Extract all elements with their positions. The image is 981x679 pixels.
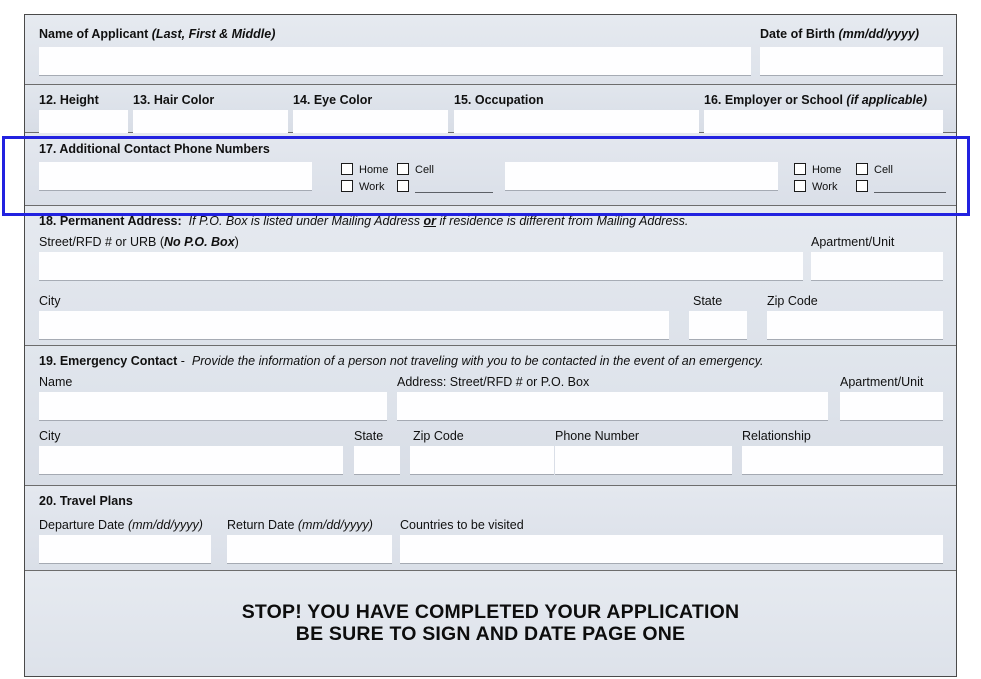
section-physical-description: 12. Height 13. Hair Color 14. Eye Color … [25,85,956,137]
stop-notice-line-2: BE SURE TO SIGN AND DATE PAGE ONE [295,623,686,645]
permanent-city-label: City [39,294,61,308]
checkbox-home-1[interactable] [341,163,353,175]
section-applicant-name: Name of Applicant (Last, First & Middle)… [25,15,956,85]
emergency-address-input[interactable] [397,392,828,420]
stop-notice-line-1: STOP! YOU HAVE COMPLETED YOUR APPLICATIO… [241,601,740,623]
applicant-name-input[interactable] [39,47,751,75]
phone-type-checkbox-group-1: Home Cell Work [341,162,493,196]
checkbox-row-home-cell-2: Home Cell [794,162,944,179]
permanent-city-input[interactable] [39,311,669,339]
section-19-emergency-contact: 19. Emergency Contact - Provide the info… [25,346,956,486]
emergency-apartment-input[interactable] [840,392,943,420]
permanent-apartment-input[interactable] [811,252,943,280]
checkbox-other-write-in-line-1[interactable] [415,192,493,193]
return-date-input[interactable] [227,535,392,563]
permanent-state-label: State [693,294,723,308]
checkbox-row-home-cell-1: Home Cell [341,162,491,179]
permanent-street-address-input[interactable] [39,252,803,280]
section-20-title: 20. Travel Plans [39,494,133,508]
countries-visited-input[interactable] [400,535,943,563]
checkbox-work-1[interactable] [341,180,353,192]
emergency-zip-label: Zip Code [413,429,464,443]
emergency-city-input[interactable] [39,446,343,474]
emergency-state-label: State [354,429,384,443]
permanent-zip-input[interactable] [767,311,943,339]
emergency-name-input[interactable] [39,392,387,420]
employer-or-school-label: 16. Employer or School (if applicable) [704,93,927,107]
date-of-birth-input[interactable] [760,47,943,75]
checkbox-other-1[interactable] [397,180,409,192]
emergency-zip-input[interactable] [410,446,554,474]
date-of-birth-label: Date of Birth (mm/dd/yyyy) [760,27,920,41]
emergency-name-label: Name [39,375,73,389]
checkbox-home-2[interactable] [794,163,806,175]
checkbox-cell-label-1: Cell [415,164,434,176]
checkbox-other-write-in-line-2[interactable] [874,192,946,193]
height-label: 12. Height [39,93,99,107]
emergency-state-input[interactable] [354,446,400,474]
departure-date-label: Departure Date (mm/dd/yyyy) [39,518,203,532]
checkbox-home-label-1: Home [359,164,389,176]
application-form-sheet: Name of Applicant (Last, First & Middle)… [24,14,957,677]
permanent-state-input[interactable] [689,311,747,339]
emergency-apartment-label: Apartment/Unit [840,375,924,389]
section-17-title: 17. Additional Contact Phone Numbers [39,142,270,156]
section-20-travel-plans: 20. Travel Plans Departure Date (mm/dd/y… [25,486,956,571]
return-date-label: Return Date (mm/dd/yyyy) [227,518,373,532]
street-address-label: Street/RFD # or URB (No P.O. Box) [39,235,239,249]
form-page: Name of Applicant (Last, First & Middle)… [0,0,981,679]
emergency-relationship-label: Relationship [742,429,811,443]
checkbox-work-2[interactable] [794,180,806,192]
checkbox-cell-label-2: Cell [874,164,893,176]
checkbox-cell-2[interactable] [856,163,868,175]
section-18-title: 18. Permanent Address: If P.O. Box is li… [39,214,689,228]
section-19-title: 19. Emergency Contact - Provide the info… [39,354,764,368]
additional-phone-input-1[interactable] [39,162,312,190]
occupation-label: 15. Occupation [454,93,544,107]
section-18-permanent-address: 18. Permanent Address: If P.O. Box is li… [25,206,956,346]
emergency-address-label: Address: Street/RFD # or P.O. Box [397,375,590,389]
checkbox-row-work-other-2: Work [794,179,946,196]
permanent-zip-label: Zip Code [767,294,818,308]
checkbox-work-label-1: Work [359,181,385,193]
emergency-city-label: City [39,429,61,443]
departure-date-input[interactable] [39,535,211,563]
section-17-additional-contact-phones: 17. Additional Contact Phone Numbers Hom… [25,133,956,206]
checkbox-other-2[interactable] [856,180,868,192]
countries-visited-label: Countries to be visited [400,518,524,532]
checkbox-row-work-other-1: Work [341,179,493,196]
checkbox-home-label-2: Home [812,164,842,176]
checkbox-cell-1[interactable] [397,163,409,175]
emergency-phone-input[interactable] [555,446,732,474]
name-of-applicant-label: Name of Applicant (Last, First & Middle) [39,27,276,41]
additional-phone-input-2[interactable] [505,162,778,190]
eye-color-label: 14. Eye Color [293,93,373,107]
section-stop-notice: STOP! YOU HAVE COMPLETED YOUR APPLICATIO… [25,571,956,676]
permanent-apartment-label: Apartment/Unit [811,235,895,249]
stop-notice-text: STOP! YOU HAVE COMPLETED YOUR APPLICATIO… [25,571,956,645]
hair-color-label: 13. Hair Color [133,93,215,107]
emergency-relationship-input[interactable] [742,446,943,474]
checkbox-work-label-2: Work [812,181,838,193]
phone-type-checkbox-group-2: Home Cell Work [794,162,946,196]
emergency-phone-label: Phone Number [555,429,640,443]
